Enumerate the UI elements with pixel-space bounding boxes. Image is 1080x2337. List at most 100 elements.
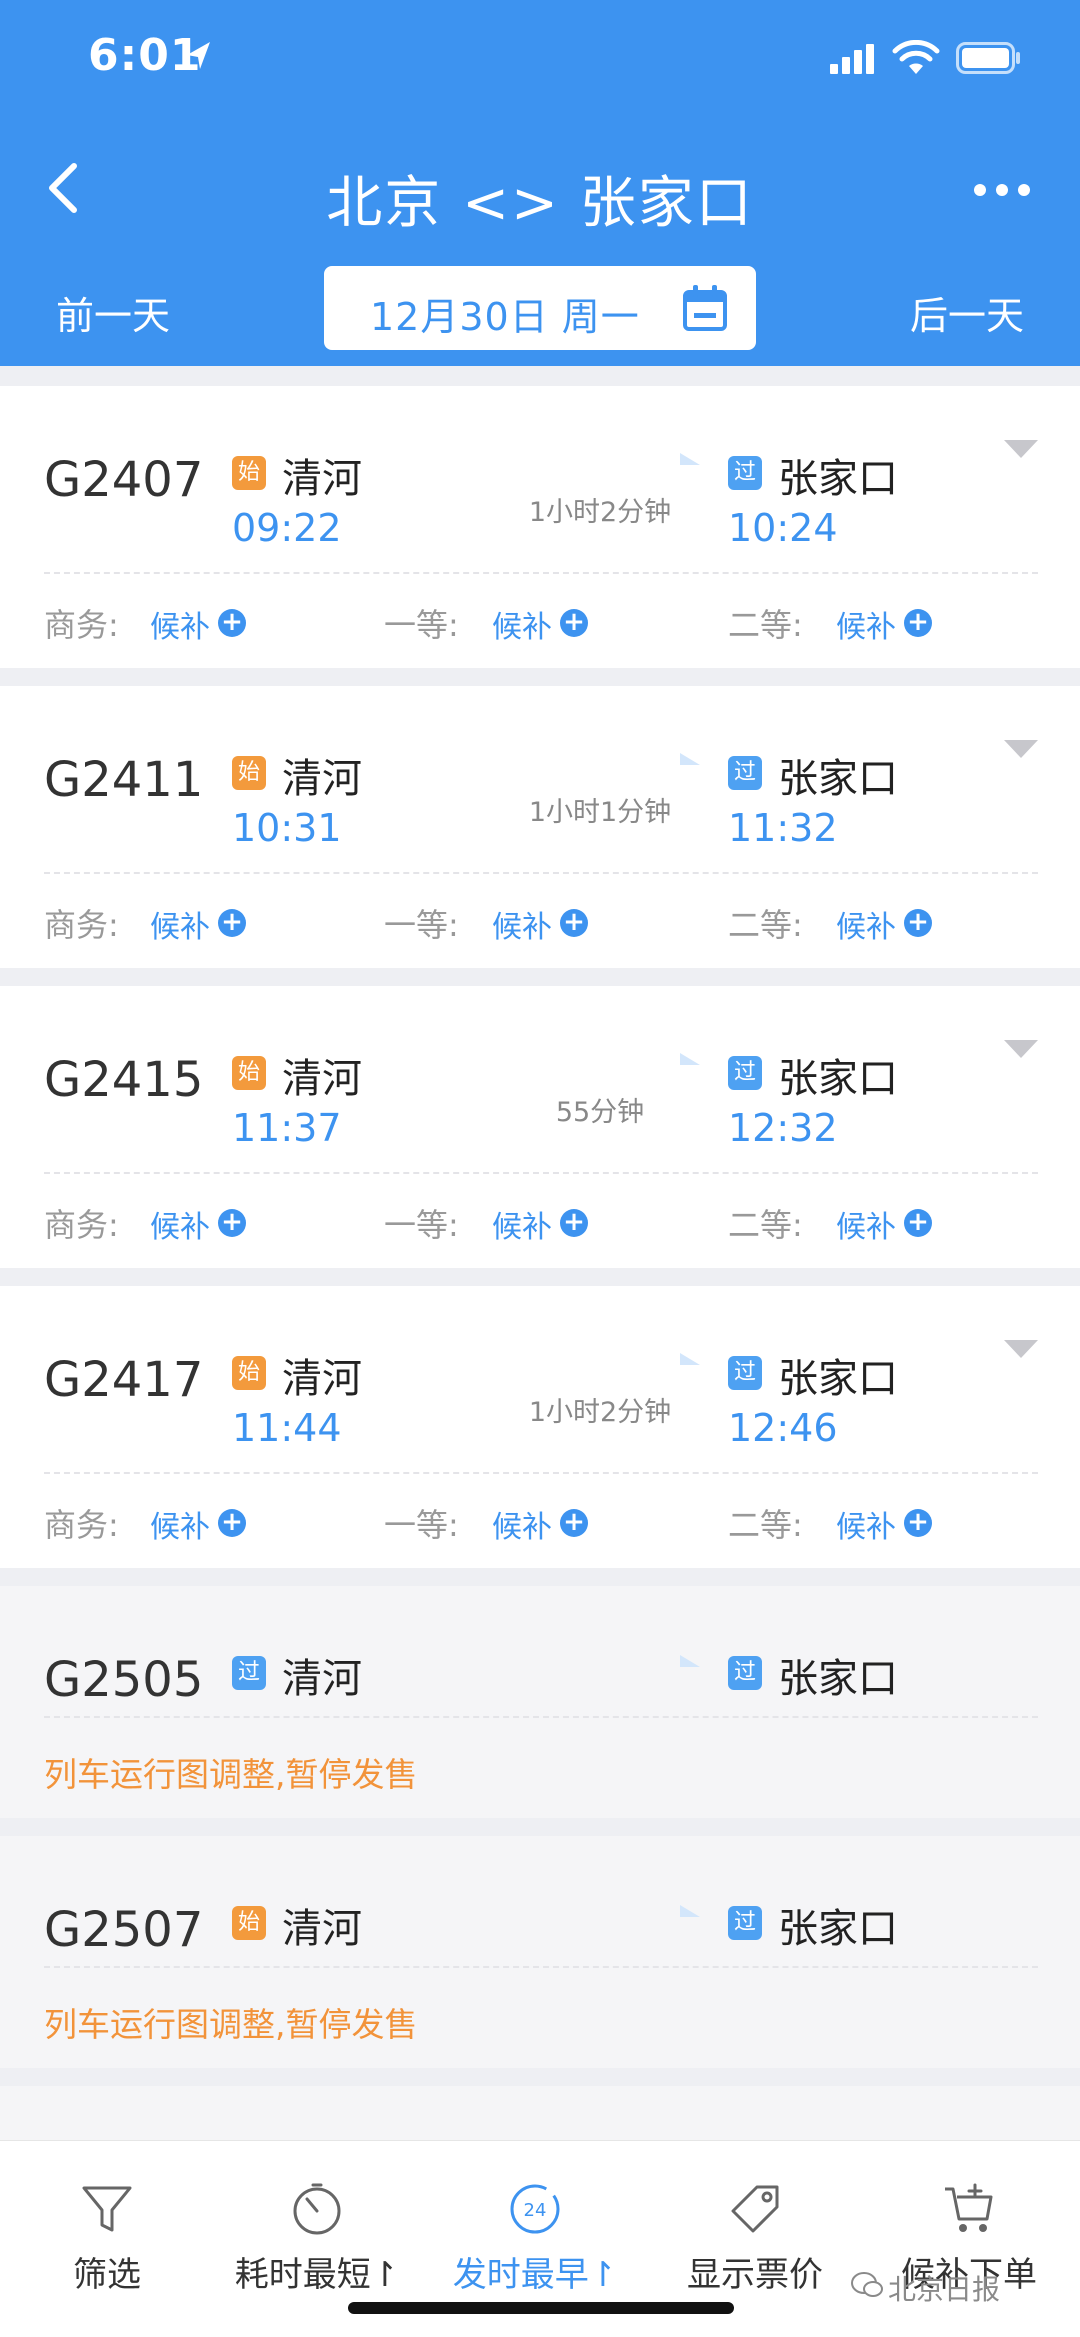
tab-filter[interactable]: 筛选 — [2, 2181, 212, 2296]
tab-shortest-duration[interactable]: 耗时最短↾ — [212, 2181, 422, 2296]
tab-label: 耗时最短↾ — [234, 2255, 400, 2295]
train-card[interactable]: G2415 始 清河 11:37 55分钟 过 张家口 12:32 商务: 候补… — [0, 986, 1080, 1268]
wifi-icon — [892, 40, 940, 74]
arrival-station: 张家口 — [778, 456, 898, 502]
train-card-suspended[interactable]: G2505 过 清河 过 张家口 列车运行图调整,暂停发售 — [0, 1586, 1080, 1818]
seat-status-first[interactable]: 候补 — [492, 1202, 552, 1246]
add-waitlist-icon[interactable]: + — [218, 1509, 246, 1537]
tab-earliest-departure[interactable]: 24 发时最早↾ — [430, 2181, 640, 2296]
seat-label-business: 商务: — [44, 1506, 119, 1544]
arrival-time: 11:32 — [728, 806, 838, 850]
seat-label-business: 商务: — [44, 906, 119, 944]
cellular-signal-icon — [830, 44, 874, 74]
expand-triangle-icon[interactable] — [1004, 1340, 1038, 1360]
departure-time: 11:37 — [232, 1106, 342, 1150]
departure-station: 清河 — [282, 1906, 362, 1952]
seat-label-second: 二等: — [728, 1206, 803, 1244]
route-arrow-icon — [500, 1655, 700, 1667]
train-card[interactable]: G2417 始 清河 11:44 1小时2分钟 过 张家口 12:46 商务: … — [0, 1286, 1080, 1568]
origin-badge: 始 — [232, 1906, 266, 1940]
seat-status-business[interactable]: 候补 — [150, 902, 210, 946]
seat-status-business[interactable]: 候补 — [150, 1502, 210, 1546]
svg-text:24: 24 — [524, 2200, 547, 2221]
cart-add-icon — [945, 2183, 993, 2232]
seat-label-business: 商务: — [44, 1206, 119, 1244]
arrival-station: 张家口 — [778, 1356, 898, 1402]
filter-icon — [82, 2186, 132, 2232]
date-label: 12月30日 周一 — [370, 295, 640, 339]
tab-label: 发时最早↾ — [452, 2255, 618, 2295]
expand-triangle-icon[interactable] — [1004, 440, 1038, 460]
add-waitlist-icon[interactable]: + — [904, 1209, 932, 1237]
clock-24-icon: 24 — [510, 2184, 560, 2234]
add-waitlist-icon[interactable]: + — [560, 609, 588, 637]
origin-badge: 始 — [232, 456, 266, 490]
divider — [44, 1472, 1038, 1474]
divider — [44, 572, 1038, 574]
add-waitlist-icon[interactable]: + — [904, 909, 932, 937]
arrival-station: 张家口 — [778, 756, 898, 802]
divider — [44, 1966, 1038, 1968]
divider — [44, 1716, 1038, 1718]
expand-triangle-icon[interactable] — [1004, 1040, 1038, 1060]
pass-badge: 过 — [728, 1906, 762, 1940]
add-waitlist-icon[interactable]: + — [904, 609, 932, 637]
pass-badge: 过 — [728, 756, 762, 790]
seat-label-first: 一等: — [384, 906, 459, 944]
seat-label-first: 一等: — [384, 606, 459, 644]
seat-label-second: 二等: — [728, 606, 803, 644]
travel-duration: 1小时2分钟 — [528, 1397, 672, 1428]
seat-status-second[interactable]: 候补 — [836, 902, 896, 946]
price-tag-icon — [731, 2185, 779, 2233]
pass-badge: 过 — [728, 1056, 762, 1090]
battery-icon — [956, 42, 1020, 74]
tab-show-price[interactable]: 显示票价 — [650, 2181, 860, 2296]
departure-station: 清河 — [282, 1356, 362, 1402]
add-waitlist-icon[interactable]: + — [560, 1209, 588, 1237]
page-title: 北京 <> 张家口 — [326, 171, 754, 236]
train-number: G2407 — [44, 452, 204, 508]
seat-label-first: 一等: — [384, 1506, 459, 1544]
train-number: G2415 — [44, 1052, 204, 1108]
watermark: 北京日报 — [888, 2273, 1001, 2306]
train-card-partial[interactable] — [0, 2086, 1080, 2146]
seat-status-second[interactable]: 候补 — [836, 1202, 896, 1246]
add-waitlist-icon[interactable]: + — [560, 1509, 588, 1537]
back-arrow-icon[interactable] — [40, 160, 88, 216]
train-number: G2417 — [44, 1352, 204, 1408]
header: 6:01 北京 <> 张家口 前一天 12月30日 周一 后一天 — [0, 0, 1080, 366]
travel-duration: 55分钟 — [555, 1097, 645, 1128]
train-card[interactable]: G2411 始 清河 10:31 1小时1分钟 过 张家口 11:32 商务: … — [0, 686, 1080, 968]
arrival-time: 12:46 — [728, 1406, 838, 1450]
train-number: G2411 — [44, 752, 204, 808]
seat-status-business[interactable]: 候补 — [150, 602, 210, 646]
departure-time: 11:44 — [232, 1406, 342, 1450]
route-arrow-icon — [500, 753, 700, 765]
location-arrow-icon — [187, 42, 210, 69]
add-waitlist-icon[interactable]: + — [560, 909, 588, 937]
more-icon[interactable] — [970, 170, 1034, 210]
expand-triangle-icon[interactable] — [1004, 740, 1038, 760]
next-day-button[interactable]: 后一天 — [910, 285, 1024, 340]
train-card[interactable]: G2407 始 清河 09:22 1小时2分钟 过 张家口 10:24 商务: … — [0, 386, 1080, 668]
pass-badge: 过 — [232, 1656, 266, 1690]
seat-status-business[interactable]: 候补 — [150, 1202, 210, 1246]
seat-status-first[interactable]: 候补 — [492, 1502, 552, 1546]
seat-status-first[interactable]: 候补 — [492, 602, 552, 646]
origin-badge: 始 — [232, 756, 266, 790]
travel-duration: 1小时1分钟 — [528, 797, 672, 828]
seat-status-second[interactable]: 候补 — [836, 602, 896, 646]
add-waitlist-icon[interactable]: + — [218, 1209, 246, 1237]
seat-status-second[interactable]: 候补 — [836, 1502, 896, 1546]
date-picker[interactable]: 12月30日 周一 — [324, 266, 756, 350]
add-waitlist-icon[interactable]: + — [904, 1509, 932, 1537]
train-card-suspended[interactable]: G2507 始 清河 过 张家口 列车运行图调整,暂停发售 — [0, 1836, 1080, 2068]
seat-status-first[interactable]: 候补 — [492, 902, 552, 946]
suspension-notice: 列车运行图调整,暂停发售 — [44, 1755, 418, 1794]
add-waitlist-icon[interactable]: + — [218, 609, 246, 637]
route-arrow-icon — [500, 1353, 700, 1365]
train-number: G2507 — [44, 1902, 204, 1958]
route-arrow-icon — [500, 1053, 700, 1065]
previous-day-button[interactable]: 前一天 — [56, 285, 170, 340]
add-waitlist-icon[interactable]: + — [218, 909, 246, 937]
